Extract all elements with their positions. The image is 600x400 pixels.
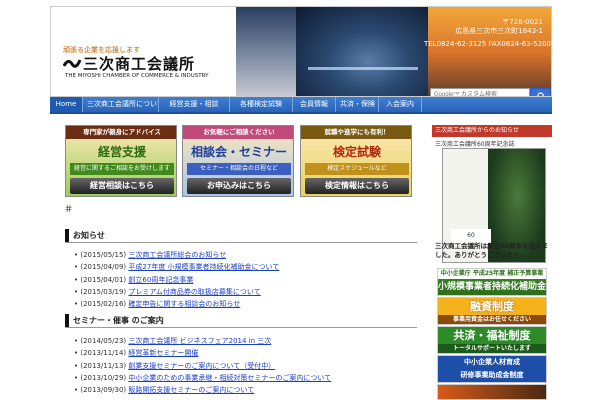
- banner-consulting[interactable]: 専門家が親身にアドバイス 経営支援 経営に関するご相談をお受けします 経営相談は…: [65, 125, 177, 197]
- banner-title: 経営支援: [97, 145, 146, 159]
- event-link[interactable]: 経営革新セミナー開催: [128, 349, 198, 357]
- section-marker: [65, 229, 69, 242]
- events-section-title: セミナー・催事 のご案内: [73, 316, 164, 325]
- banner-subtitle: セミナー・相談会の日程など: [187, 163, 291, 175]
- events-list: • (2014/05/23) 三次商工会議所 ビジネスフェア2014 in 三次…: [74, 335, 417, 396]
- banner-line: 研修事業助成金制度: [460, 371, 524, 379]
- news-list: • (2015/05/15) 三次商工会議所総会のお知らせ • (2015/04…: [74, 249, 417, 310]
- news-link[interactable]: 確定申告に関する相談会のお知らせ: [128, 300, 240, 308]
- banner-line: 共済・福祉制度: [453, 329, 531, 342]
- list-item: • (2015/04/01) 創立60周年記念事業: [74, 275, 194, 284]
- news-link[interactable]: 平成27年度 小規模事業者持続化補助金について: [128, 263, 279, 271]
- banner-mutual-aid[interactable]: 共済・福祉制度 トータルサポートいたします: [437, 326, 547, 354]
- main-content: 専門家が親身にアドバイス 経営支援 経営に関するご相談をお受けします 経営相談は…: [62, 125, 417, 400]
- site-header: 頑張る企業を応援します 三次商工会議所 THE MIYOSHI CHAMBER …: [50, 6, 552, 97]
- nav-join[interactable]: 入会案内: [379, 97, 422, 112]
- placeholder-glyph: ＃: [64, 205, 74, 215]
- list-item: • (2013/10/29) 中小企業のための事業承継・相続対策セミナーのご案内…: [74, 373, 332, 382]
- banner-exam[interactable]: 就職や進学にも有利！ 検定試験 検定スケジュールなど 検定情報はこちら: [300, 125, 412, 197]
- banner-line: 中小企業庁 平成25年度 補正予算事業: [438, 269, 546, 279]
- banner-loan[interactable]: 融資制度 事業用資金はお任せください: [437, 297, 547, 325]
- list-item: • (2015/03/19) プレミアム付商品券の取扱店募集について: [74, 287, 261, 296]
- magazine-title[interactable]: 三次商工会議所60周年記念誌: [435, 139, 515, 148]
- banner-ribbon: お気軽にご相談ください: [183, 126, 293, 139]
- banner-line: 融資制度: [470, 300, 514, 313]
- banner-ribbon: 就職や進学にも有利！: [301, 126, 411, 139]
- banner-title: 相談会・セミナー: [190, 145, 287, 159]
- sidebar-heading: 三次商工会議所からのお知らせ: [432, 125, 552, 137]
- news-section-header: お知らせ: [65, 228, 417, 243]
- list-item: • (2013/09/30) 販路開拓支援セミナーのご案内について: [74, 386, 255, 395]
- banner-cta-button[interactable]: お申込みはこちら: [187, 178, 291, 194]
- header-photo-building: [236, 7, 296, 96]
- list-item: • (2015/05/15) 三次商工会議所総会のお知らせ: [74, 251, 227, 259]
- site-logo[interactable]: 三次商工会議所: [83, 53, 195, 74]
- news-section-title: お知らせ: [73, 231, 105, 240]
- sidebar-notice: 三次商工会議所は創立60周年を迎えました。ありがとうございます。: [435, 242, 549, 259]
- nav-members[interactable]: 会員情報: [293, 97, 336, 112]
- banner-cta-button[interactable]: 経営相談はこちら: [70, 178, 174, 194]
- nav-about[interactable]: 三次商工会議所について: [83, 97, 159, 112]
- banner-line: 中小企業人材育成: [464, 358, 520, 366]
- banner-line: 事業用資金はお任せください: [438, 315, 546, 324]
- contact-address: 広島県三次市三次町1843-1: [455, 27, 543, 35]
- banner-ribbon: 専門家が親身にアドバイス: [66, 126, 176, 139]
- logo-subtitle: THE MIYOSHI CHAMBER OF COMMERCE & INDUST…: [65, 73, 209, 79]
- banner-subtitle: 検定スケジュールなど: [305, 163, 409, 175]
- service-banners: 専門家が親身にアドバイス 経営支援 経営に関するご相談をお受けします 経営相談は…: [62, 125, 417, 197]
- banner-line: トータルサポートいたします: [438, 344, 546, 353]
- nav-home[interactable]: Home: [50, 97, 83, 112]
- banner-line: 小規模事業者持続化補助金: [438, 282, 547, 292]
- section-marker: [65, 314, 69, 327]
- banner-seminar[interactable]: お気軽にご相談ください 相談会・セミナー セミナー・相談会の日程など お申込みは…: [182, 125, 294, 197]
- news-link[interactable]: プレミアム付商品券の取扱店募集について: [128, 288, 260, 296]
- banner-cta-button[interactable]: 検定情報はこちら: [305, 178, 409, 194]
- nav-support[interactable]: 経営支援・相談: [159, 97, 230, 112]
- header-photo-night: [296, 7, 428, 96]
- news-link[interactable]: 三次商工会議所総会のお知らせ: [128, 251, 226, 259]
- events-section-header: セミナー・催事 のご案内: [65, 313, 417, 328]
- list-item: • (2013/11/13) 創業支援セミナーのご案内について（受付中）: [74, 361, 276, 370]
- list-item: • (2015/02/16) 確定申告に関する相談会のお知らせ: [74, 300, 241, 309]
- magazine-tag: 60: [451, 229, 491, 243]
- banner-subtitle: 経営に関するご相談をお受けします: [70, 163, 174, 175]
- list-item: • (2013/11/14) 経営革新セミナー開催: [74, 349, 199, 358]
- site-search: [430, 88, 551, 96]
- banner-partial[interactable]: [437, 384, 547, 400]
- main-nav: Home 三次商工会議所について 経営支援・相談 各種検定試験 会員情報 共済・…: [50, 97, 552, 114]
- search-input[interactable]: [430, 88, 530, 96]
- event-link[interactable]: 三次商工会議所 ビジネスフェア2014 in 三次: [128, 337, 271, 345]
- event-link[interactable]: 創業支援セミナーのご案内について（受付中）: [128, 362, 275, 370]
- list-item: • (2015/04/09) 平成27年度 小規模事業者持続化補助金について: [74, 263, 280, 272]
- news-link[interactable]: 創立60周年記念事業: [128, 276, 193, 284]
- logo-mark-icon: [63, 59, 81, 68]
- search-button[interactable]: [530, 88, 551, 96]
- header-photo-sunset: 〒728-0021 広島県三次市三次町1843-1: [428, 7, 551, 96]
- header-logo-area: 頑張る企業を応援します 三次商工会議所 THE MIYOSHI CHAMBER …: [51, 7, 236, 96]
- sidebar: 三次商工会議所からのお知らせ 三次商工会議所60周年記念誌 60 三次商工会議所…: [432, 120, 552, 400]
- list-item: • (2014/05/23) 三次商工会議所 ビジネスフェア2014 in 三次: [74, 337, 272, 345]
- nav-exams[interactable]: 各種検定試験: [230, 97, 293, 112]
- nav-insurance[interactable]: 共済・保険: [336, 97, 379, 112]
- event-link[interactable]: 販路開拓支援セミナーのご案内について: [128, 386, 254, 394]
- banner-title: 検定試験: [332, 145, 381, 159]
- event-link[interactable]: 中小企業のための事業承継・相続対策セミナーのご案内について: [128, 374, 331, 382]
- banner-training[interactable]: 中小企業人材育成 研修事業助成金制度: [437, 355, 547, 383]
- banner-subsidy[interactable]: 中小企業庁 平成25年度 補正予算事業 小規模事業者持続化補助金: [437, 268, 547, 296]
- contact-phone: TEL0824-62-3125 FAX0824-63-5200: [424, 40, 551, 48]
